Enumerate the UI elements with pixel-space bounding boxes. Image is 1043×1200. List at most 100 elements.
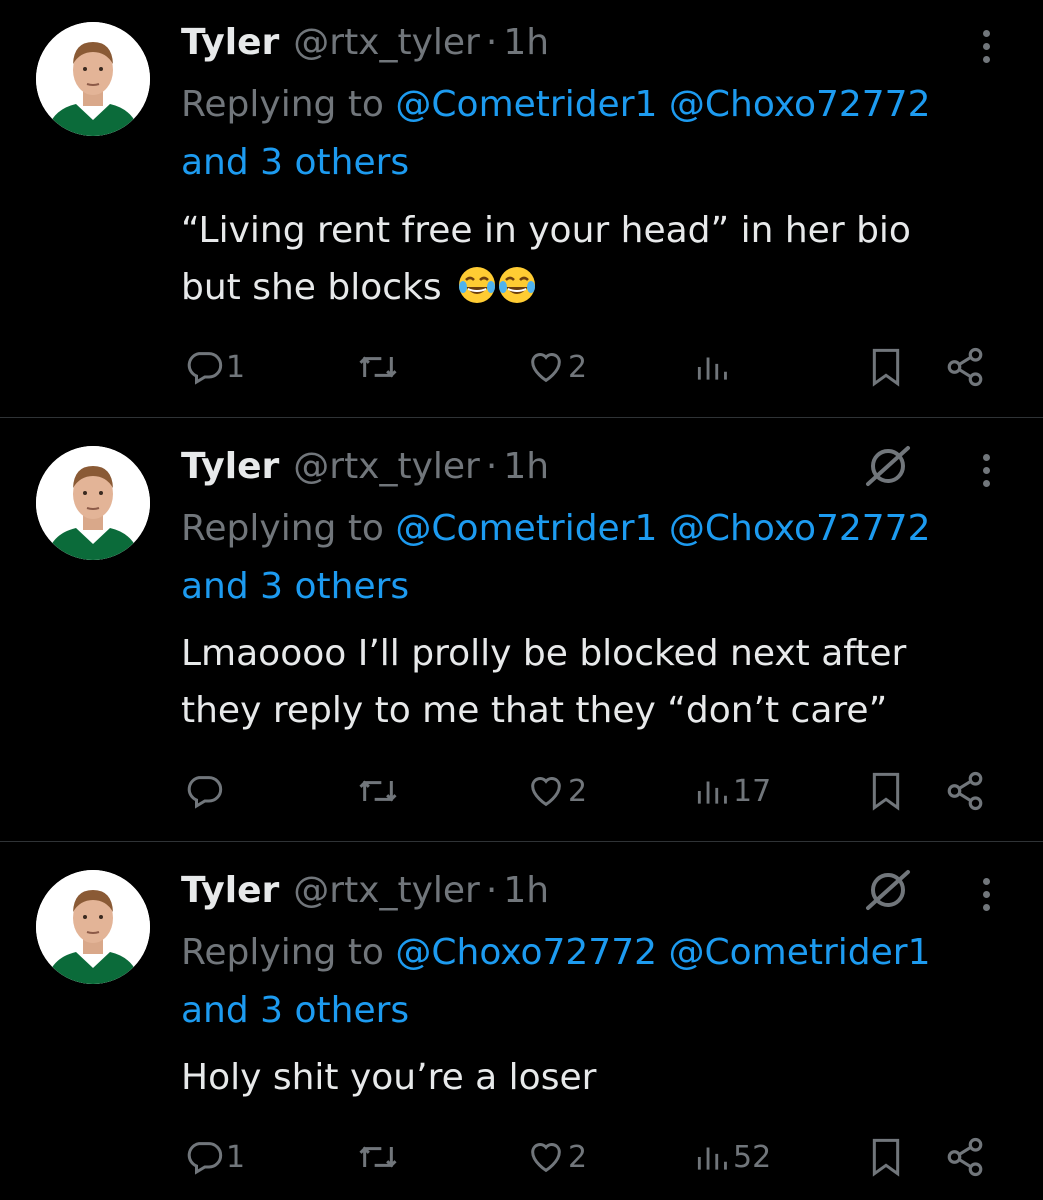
share-icon (947, 1137, 983, 1177)
like-count: 2 (568, 1139, 588, 1175)
tweet[interactable]: Tyler @rtx_tyler · 1h Replying to @Choxo… (0, 842, 1043, 1200)
replying-to-label: Replying to (181, 508, 396, 549)
avatar[interactable] (36, 446, 150, 560)
action-bar: 2 17 (0, 766, 1043, 816)
replying-to: Replying to @Cometrider1 @Choxo72772 and… (181, 76, 1001, 192)
tweet-text-line: but she blocks (181, 267, 442, 308)
more-icon[interactable] (976, 448, 996, 492)
tweet-text-line: Holy shit you’re a loser (181, 1057, 597, 1098)
bookmark-button[interactable] (866, 766, 906, 816)
reply-icon (187, 352, 223, 385)
reply-count: 1 (226, 349, 246, 385)
retweet-button[interactable] (356, 342, 400, 392)
mention-link[interactable]: @Cometrider1 (395, 508, 657, 549)
reply-icon (187, 1142, 223, 1175)
views-icon (697, 1147, 727, 1170)
avatar-image (36, 870, 150, 984)
heart-icon (531, 1143, 561, 1173)
tweet-header: Tyler @rtx_tyler · 1h (181, 868, 549, 912)
separator: · (485, 21, 498, 63)
tweet-text-line: Lmaoooo I’ll prolly be blocked next afte… (181, 633, 907, 674)
share-icon (947, 347, 983, 387)
tweet-text: Lmaoooo I’ll prolly be blocked next afte… (181, 625, 1001, 739)
reply-button[interactable] (184, 766, 226, 816)
views-button[interactable] (693, 342, 733, 392)
tweet-text-line: they reply to me that they “don’t care” (181, 690, 888, 731)
tweet[interactable]: Tyler @rtx_tyler · 1h Replying to @Comet… (0, 0, 1043, 417)
tears-of-joy-emoji (459, 267, 496, 303)
reply-button[interactable]: 1 (184, 342, 245, 392)
more-icon[interactable] (976, 24, 996, 68)
share-button[interactable] (944, 766, 986, 816)
bookmark-icon (872, 772, 900, 811)
replying-to: Replying to @Cometrider1 @Choxo72772 and… (181, 500, 1001, 616)
avatar-image (36, 22, 150, 136)
mention-link[interactable]: @Cometrider1 (395, 84, 657, 125)
avatar[interactable] (36, 870, 150, 984)
tweet-text: Holy shit you’re a loser (181, 1049, 1001, 1106)
tears-of-joy-emoji (499, 267, 536, 303)
view-count: 52 (733, 1139, 772, 1175)
like-count: 2 (568, 349, 588, 385)
reply-button[interactable]: 1 (184, 1132, 245, 1182)
tweet-header: Tyler @rtx_tyler · 1h (181, 20, 549, 64)
mention-link[interactable]: @Choxo72772 (395, 932, 657, 973)
timestamp[interactable]: 1h (503, 22, 549, 63)
replying-to-label: Replying to (181, 84, 396, 125)
others-link[interactable]: and 3 others (181, 142, 409, 183)
grok-icon[interactable] (862, 440, 914, 492)
avatar[interactable] (36, 22, 150, 136)
bookmark-icon (872, 1138, 900, 1177)
bookmark-button[interactable] (866, 342, 906, 392)
retweet-button[interactable] (356, 766, 400, 816)
views-button[interactable]: 17 (693, 766, 771, 816)
mention-link[interactable]: @Choxo72772 (669, 84, 931, 125)
retweet-icon (359, 356, 397, 378)
others-link[interactable]: and 3 others (181, 990, 409, 1031)
mention-link[interactable]: @Cometrider1 (668, 932, 930, 973)
replying-to-label: Replying to (181, 932, 396, 973)
action-bar: 1 2 (0, 342, 1043, 392)
user-handle[interactable]: @rtx_tyler (293, 446, 480, 487)
share-button[interactable] (944, 1132, 986, 1182)
share-icon (947, 771, 983, 811)
retweet-icon (359, 1146, 397, 1168)
mention-link[interactable]: @Choxo72772 (669, 508, 931, 549)
view-count: 17 (733, 773, 772, 809)
tweet-text-line: “Living rent free in your head” in her b… (181, 210, 911, 251)
heart-icon (531, 777, 561, 807)
user-handle[interactable]: @rtx_tyler (293, 22, 480, 63)
more-icon[interactable] (976, 872, 996, 916)
reply-icon (187, 776, 223, 809)
tweet-header: Tyler @rtx_tyler · 1h (181, 444, 549, 488)
tweet-text: “Living rent free in your head” in her b… (181, 202, 1001, 316)
user-handle[interactable]: @rtx_tyler (293, 870, 480, 911)
reply-count: 1 (226, 1139, 246, 1175)
like-count: 2 (568, 773, 588, 809)
views-icon (697, 781, 727, 804)
replying-to: Replying to @Choxo72772 @Cometrider1 and… (181, 924, 1001, 1040)
tweet[interactable]: Tyler @rtx_tyler · 1h Replying to @Comet… (0, 418, 1043, 841)
display-name[interactable]: Tyler (181, 22, 279, 63)
bookmark-button[interactable] (866, 1132, 906, 1182)
display-name[interactable]: Tyler (181, 870, 279, 911)
retweet-icon (359, 780, 397, 802)
others-link[interactable]: and 3 others (181, 566, 409, 607)
like-button[interactable]: 2 (526, 766, 587, 816)
heart-icon (531, 353, 561, 383)
like-button[interactable]: 2 (526, 342, 587, 392)
avatar-image (36, 446, 150, 560)
display-name[interactable]: Tyler (181, 446, 279, 487)
bookmark-icon (872, 348, 900, 387)
timestamp[interactable]: 1h (503, 870, 549, 911)
like-button[interactable]: 2 (526, 1132, 587, 1182)
retweet-button[interactable] (356, 1132, 400, 1182)
grok-icon[interactable] (862, 864, 914, 916)
separator: · (485, 445, 498, 487)
views-icon (697, 357, 727, 380)
action-bar: 1 2 52 (0, 1132, 1043, 1182)
share-button[interactable] (944, 342, 986, 392)
separator: · (485, 869, 498, 911)
timestamp[interactable]: 1h (503, 446, 549, 487)
views-button[interactable]: 52 (693, 1132, 771, 1182)
